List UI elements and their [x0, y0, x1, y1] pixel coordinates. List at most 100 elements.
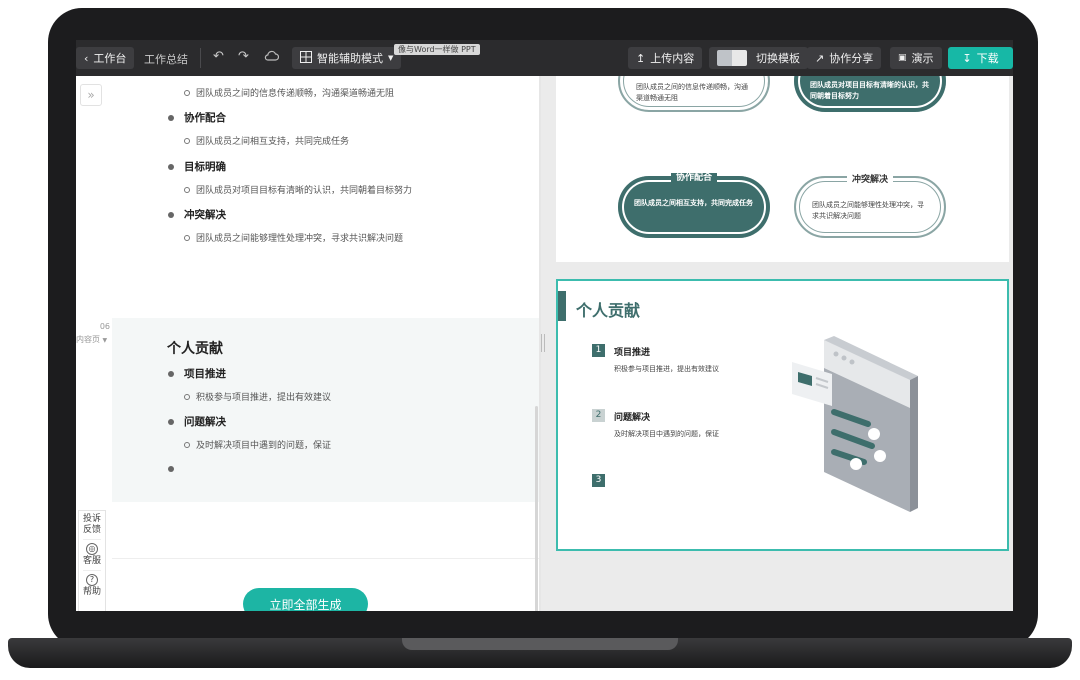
slide-type-label: 内容页	[76, 335, 100, 344]
subitem-text: 团队成员之间能够理性处理冲突，寻求共识解决问题	[196, 234, 404, 244]
item-title: 目标明确	[184, 161, 226, 173]
back-button[interactable]: ‹ 工作台	[76, 47, 135, 69]
slide-number: 06	[99, 322, 110, 331]
subitem-text: 积极参与项目推进，提出有效建议	[196, 393, 332, 403]
help-icon: ?	[85, 574, 98, 586]
help-button[interactable]: ? 帮助	[82, 570, 101, 601]
caret-down-icon: ▼	[388, 54, 394, 62]
share-button[interactable]: ↗ 协作分享	[807, 47, 882, 69]
mode-tooltip: 像与Word一样做 PPT	[394, 44, 480, 55]
bullet-icon	[168, 163, 174, 170]
share-label: 协作分享	[829, 52, 874, 65]
outline-item[interactable]: 项目推进	[168, 366, 226, 381]
pill-communication: 团队成员之间的信息传递顺畅，沟通渠道畅通无阻	[618, 76, 770, 112]
subitem-text: 团队成员之间的信息传递顺畅，沟通渠道畅通无阻	[196, 89, 395, 99]
upload-button[interactable]: ↥ 上传内容	[628, 47, 703, 69]
outline-subitem[interactable]: 团队成员之间能够理性处理冲突，寻求共识解决问题	[184, 231, 403, 244]
outline-item[interactable]: 协作配合	[168, 110, 226, 125]
layout-icon	[300, 50, 312, 66]
document-illustration	[792, 336, 918, 512]
item-desc: 及时解决项目中遇到的问题，保证	[614, 430, 719, 438]
toolbar: ‹ 工作台 工作总结 ↶ ↷ 智能辅助模式 ▼ 像与Word一样做 PPT ↥ …	[76, 40, 1013, 76]
outline-item[interactable]: 目标明确	[168, 159, 226, 174]
pill-text: 团队成员之间的信息传递顺畅，沟通渠道畅通无阻	[636, 83, 748, 102]
section-title[interactable]: 个人贡献	[167, 338, 223, 358]
cloud-sync-icon[interactable]	[264, 50, 279, 62]
template-thumbnail	[717, 50, 747, 66]
expand-panel-icon[interactable]: »	[80, 84, 102, 106]
back-label: 工作台	[93, 52, 127, 65]
outline-subitem[interactable]: 团队成员之间相互支持，共同完成任务	[184, 134, 349, 147]
present-label: 演示	[911, 52, 934, 65]
pill-text: 团队成员之间相互支持，共同完成任务	[634, 199, 753, 207]
generate-all-button[interactable]: 立即全部生成	[243, 588, 368, 611]
outline-subitem[interactable]: 积极参与项目推进，提出有效建议	[184, 390, 331, 403]
feedback-label: 反馈	[82, 525, 101, 535]
splitter-handle[interactable]	[541, 334, 545, 352]
service-button[interactable]: ◎ 客服	[82, 539, 101, 570]
service-label: 客服	[82, 556, 101, 566]
pill-text: 团队成员对项目目标有清晰的认识，共同朝着目标努力	[810, 81, 929, 100]
item-number: 2	[592, 409, 605, 422]
pill-collaboration: 协作配合 团队成员之间相互支持，共同完成任务	[618, 173, 770, 238]
upload-icon: ↥	[636, 51, 646, 65]
caret-down-icon: ▼	[102, 337, 108, 344]
slide-type-dropdown[interactable]: 内容页 ▼	[76, 334, 107, 345]
item-title: 问题解决	[184, 416, 226, 428]
item-number: 3	[592, 474, 605, 487]
item-desc: 积极参与项目推进，提出有效建议	[614, 365, 719, 373]
pill-title: 冲突解决	[796, 172, 944, 185]
item-title: 协作配合	[184, 112, 226, 124]
ring-bullet-icon	[184, 137, 190, 144]
mode-label: 智能辅助模式	[317, 52, 383, 65]
ring-bullet-icon	[184, 393, 190, 400]
complaint-label: 投诉	[82, 514, 101, 524]
outline-editor: » 团队成员之间的信息传递顺畅，沟通渠道畅通无阻 协作配合 团队成员之间相互支持…	[76, 76, 539, 611]
outline-subitem[interactable]: 团队成员之间的信息传递顺畅，沟通渠道畅通无阻	[184, 86, 394, 99]
headset-icon: ◎	[85, 543, 98, 555]
share-icon: ↗	[815, 51, 825, 65]
item-title: 项目推进	[184, 368, 226, 380]
laptop-hinge	[402, 638, 678, 650]
scrollbar[interactable]	[535, 406, 538, 611]
slide-card-previous[interactable]: 团队成员之间的信息传递顺畅，沟通渠道畅通无阻 团队成员对项目目标有清晰的认识，共…	[556, 76, 1009, 262]
app-screen: ‹ 工作台 工作总结 ↶ ↷ 智能辅助模式 ▼ 像与Word一样做 PPT ↥ …	[76, 40, 1013, 611]
present-icon: ▣	[898, 53, 907, 63]
switch-template-label: 切换模板	[756, 52, 800, 65]
redo-icon[interactable]: ↷	[238, 49, 249, 64]
pill-text: 团队成员之间能够理性处理冲突，寻求共识解决问题	[812, 201, 924, 220]
item-heading: 问题解决	[614, 413, 651, 423]
bullet-icon	[168, 114, 174, 121]
divider	[112, 558, 539, 559]
title-accent-bar	[558, 291, 566, 321]
empty-bullet-icon[interactable]	[168, 466, 174, 472]
outline-subitem[interactable]: 及时解决项目中遇到的问题，保证	[184, 438, 331, 451]
mode-dropdown[interactable]: 智能辅助模式 ▼	[292, 47, 402, 69]
subitem-text: 及时解决项目中遇到的问题，保证	[196, 441, 332, 451]
undo-icon[interactable]: ↶	[213, 49, 224, 64]
slide-preview: 团队成员之间的信息传递顺畅，沟通渠道畅通无阻 团队成员对项目目标有清晰的认识，共…	[541, 76, 1013, 611]
side-tools: 投诉 反馈 ◎ 客服 ? 帮助	[78, 510, 106, 611]
help-label: 帮助	[82, 587, 101, 597]
ring-bullet-icon	[184, 89, 190, 96]
feedback-button[interactable]: 投诉 反馈	[83, 511, 101, 539]
bullet-icon	[168, 211, 174, 218]
outline-item[interactable]: 问题解决	[168, 414, 226, 429]
pill-conflict: 冲突解决 团队成员之间能够理性处理冲突，寻求共识解决问题	[794, 175, 946, 238]
toolbar-divider	[200, 48, 201, 68]
download-button[interactable]: ↧ 下载	[948, 47, 1013, 69]
present-button[interactable]: ▣ 演示	[890, 47, 942, 69]
item-heading: 项目推进	[614, 348, 651, 358]
ring-bullet-icon	[184, 186, 190, 193]
bullet-icon	[168, 370, 174, 377]
subitem-text: 团队成员对项目目标有清晰的认识，共同朝着目标努力	[196, 186, 413, 196]
slide-title: 个人贡献	[576, 301, 641, 320]
slide-card-active[interactable]: 个人贡献 1 项目推进 积极参与项目推进，提出有效建议 2 问题解决 及时解决项…	[556, 279, 1009, 551]
outline-item[interactable]: 冲突解决	[168, 207, 226, 222]
doc-title[interactable]: 工作总结	[144, 51, 188, 67]
item-title: 冲突解决	[184, 209, 226, 221]
item-number: 1	[592, 344, 605, 357]
switch-template-button[interactable]: 切换模板	[709, 47, 808, 69]
download-icon: ↧	[962, 51, 972, 65]
outline-subitem[interactable]: 团队成员对项目目标有清晰的认识，共同朝着目标努力	[184, 183, 412, 196]
